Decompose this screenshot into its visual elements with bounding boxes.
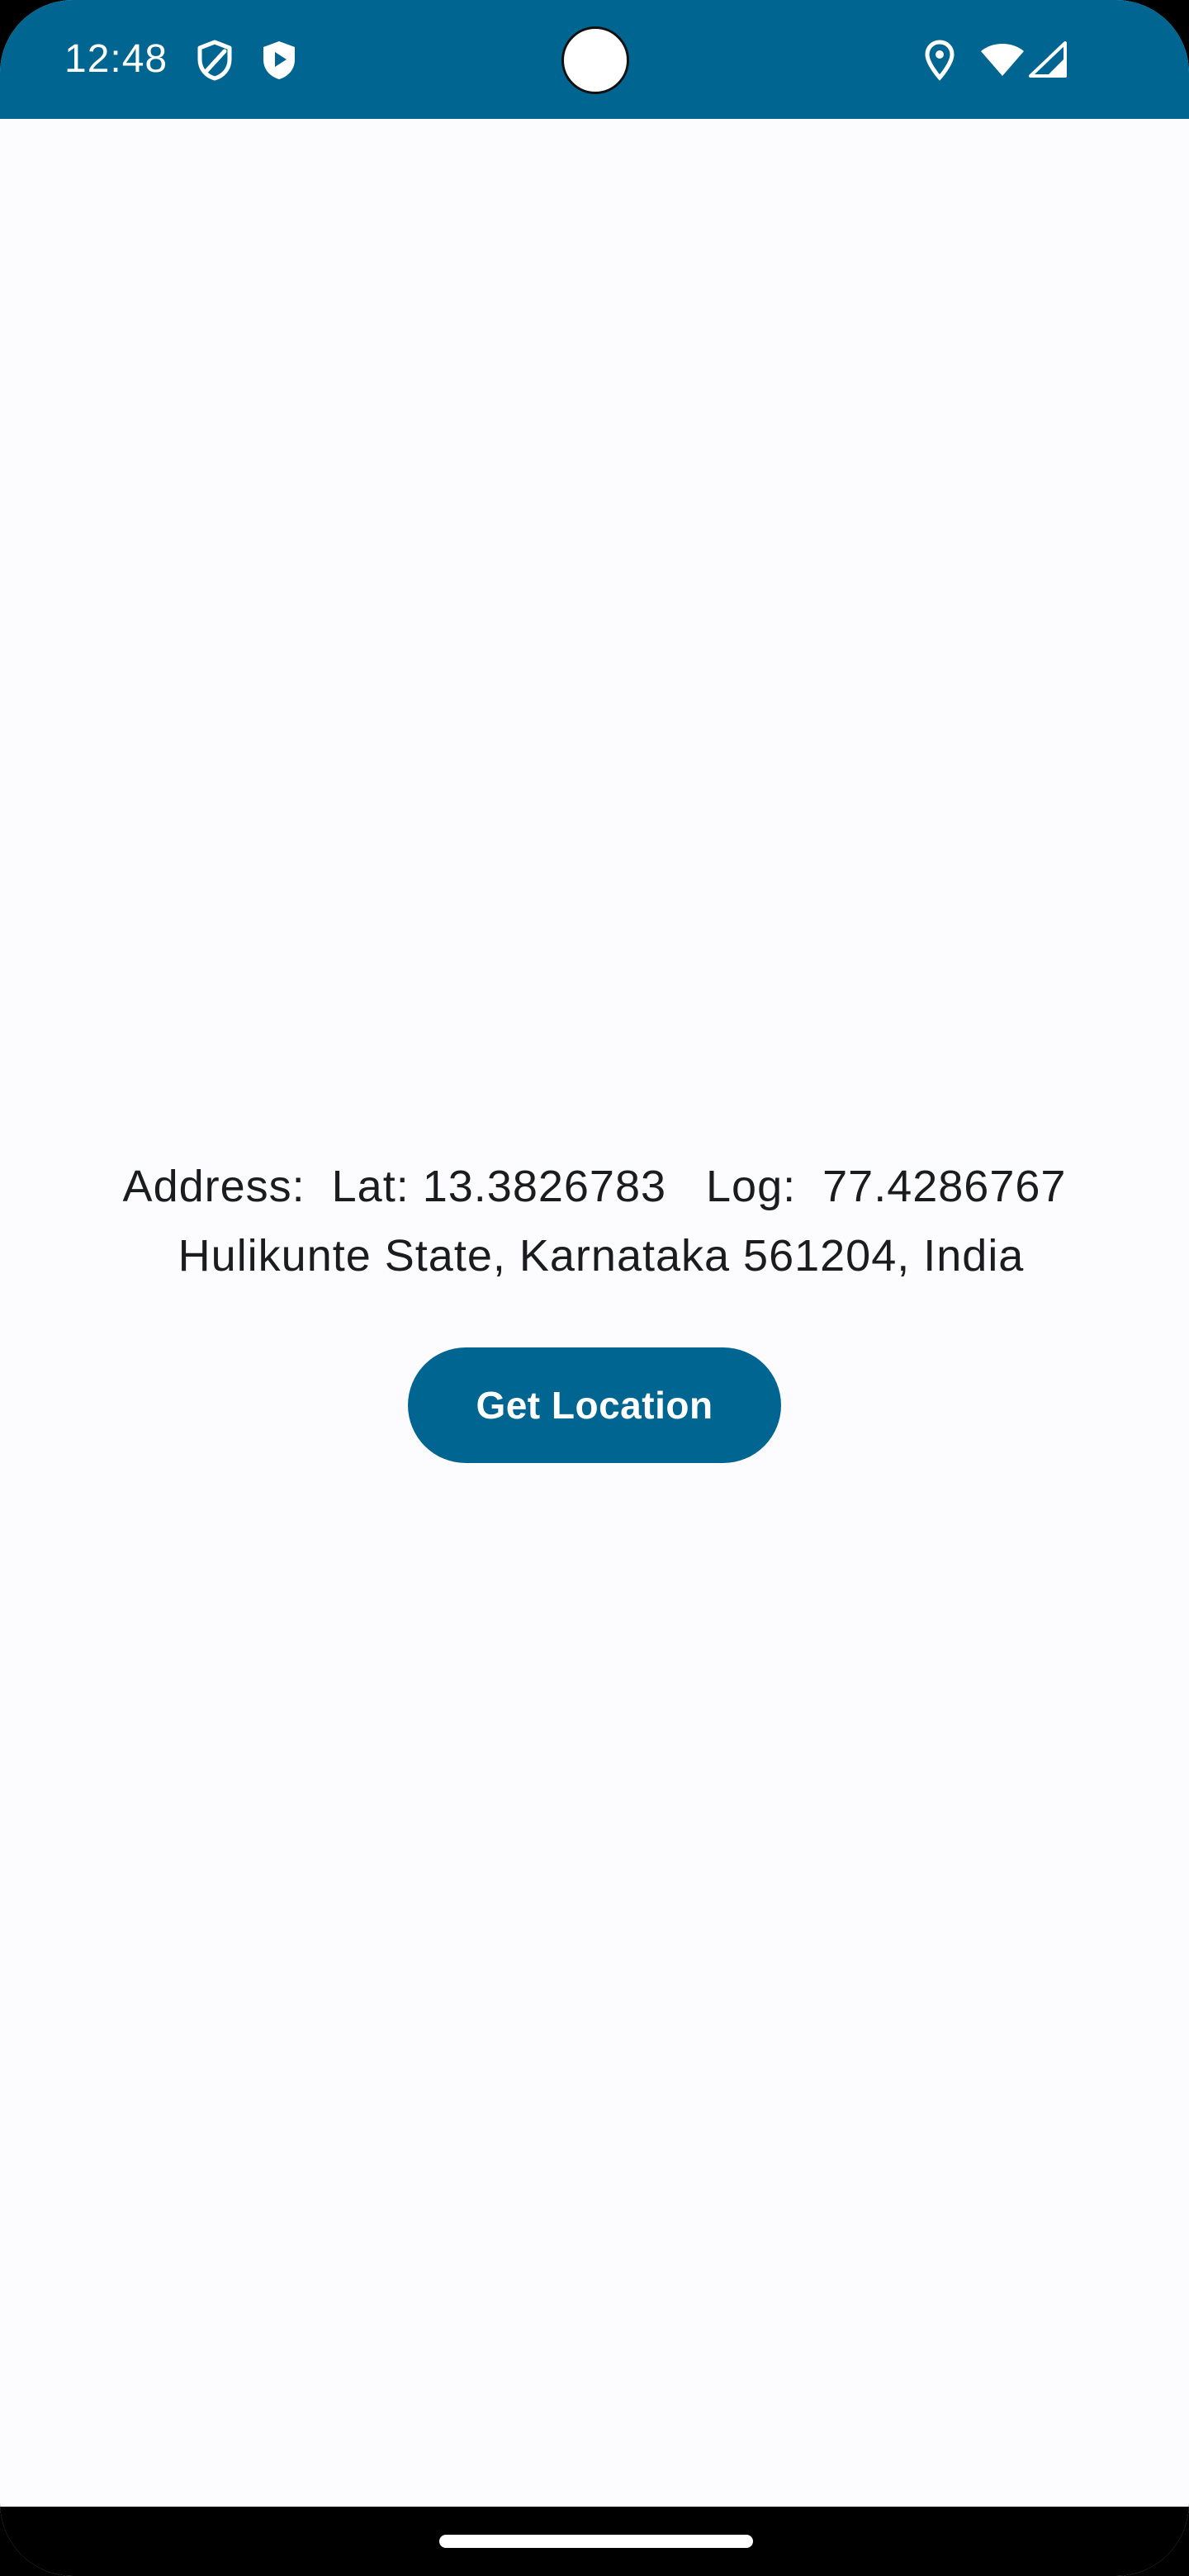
address-text: Hulikunte State, Karnataka 561204, India (164, 1231, 1025, 1281)
status-time: 12:48 (64, 37, 168, 81)
cell-signal-icon (1029, 41, 1067, 78)
coordinates-text: Address: Lat: 13.3826783 Log: 77.4286767 (122, 1162, 1067, 1211)
app-screen: 12:48 Address: Lat: 13.3826783 Log: 77.4… (0, 0, 1189, 2576)
home-gesture-handle[interactable] (439, 2535, 753, 2548)
wifi-icon (981, 44, 1024, 76)
main-content: Address: Lat: 13.3826783 Log: 77.4286767… (0, 119, 1189, 2507)
location-pin-icon (925, 40, 955, 81)
shield-play-icon (263, 41, 295, 79)
camera-cutout (561, 26, 629, 94)
get-location-button[interactable]: Get Location (408, 1347, 781, 1463)
status-bar: 12:48 (0, 0, 1189, 119)
shield-outline-icon (197, 40, 232, 81)
navigation-bar (0, 2507, 1189, 2576)
